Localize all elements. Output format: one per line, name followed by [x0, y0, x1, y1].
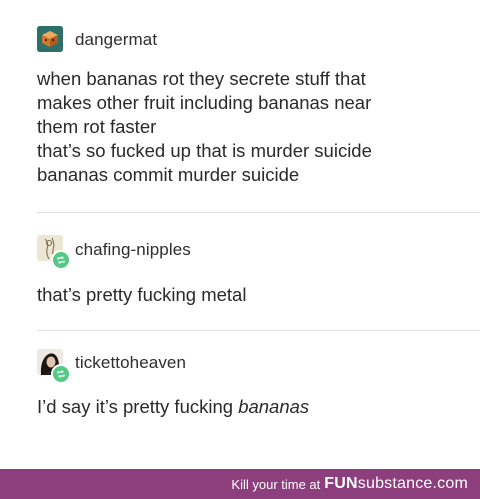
reblog-icon — [51, 364, 71, 384]
reblog-icon — [51, 250, 71, 270]
post-text-line: them rot faster — [37, 116, 157, 137]
post-text-line: that’s so fucked up that is murder suici… — [37, 140, 372, 161]
post-text-italic: bananas — [238, 396, 310, 417]
post-divider — [37, 212, 480, 213]
post-divider — [37, 330, 480, 331]
post-text-line: when bananas rot they secrete stuff that — [37, 68, 366, 89]
post-text-line: I’d say it’s pretty fucking bananas — [37, 395, 309, 419]
post-username[interactable]: tickettoheaven — [75, 353, 186, 373]
post-body: when bananas rot they secrete stuff that… — [37, 67, 372, 187]
footer-tagline: Kill your time at — [231, 476, 321, 492]
brand-rest: substance — [357, 475, 433, 492]
post-text-plain: I’d say it’s pretty fucking — [37, 396, 239, 417]
cube-avatar-icon[interactable] — [37, 26, 63, 52]
post-text-line: makes other fruit including bananas near — [37, 92, 372, 113]
brand-bold: FUN — [324, 475, 358, 492]
post-body: I’d say it’s pretty fucking bananas — [37, 395, 309, 419]
post-text-line: that’s pretty fucking metal — [37, 284, 247, 305]
post-username[interactable]: dangermat — [75, 30, 157, 50]
post-text-line: bananas commit murder suicide — [37, 164, 300, 185]
watermark-footer: Kill your time at FUNsubstance.com — [0, 469, 480, 499]
footer-brand[interactable]: FUNsubstance.com — [324, 475, 468, 493]
post-body: that’s pretty fucking metal — [37, 283, 246, 307]
post-username[interactable]: chafing-nipples — [75, 240, 191, 260]
brand-suffix: .com — [432, 475, 468, 492]
